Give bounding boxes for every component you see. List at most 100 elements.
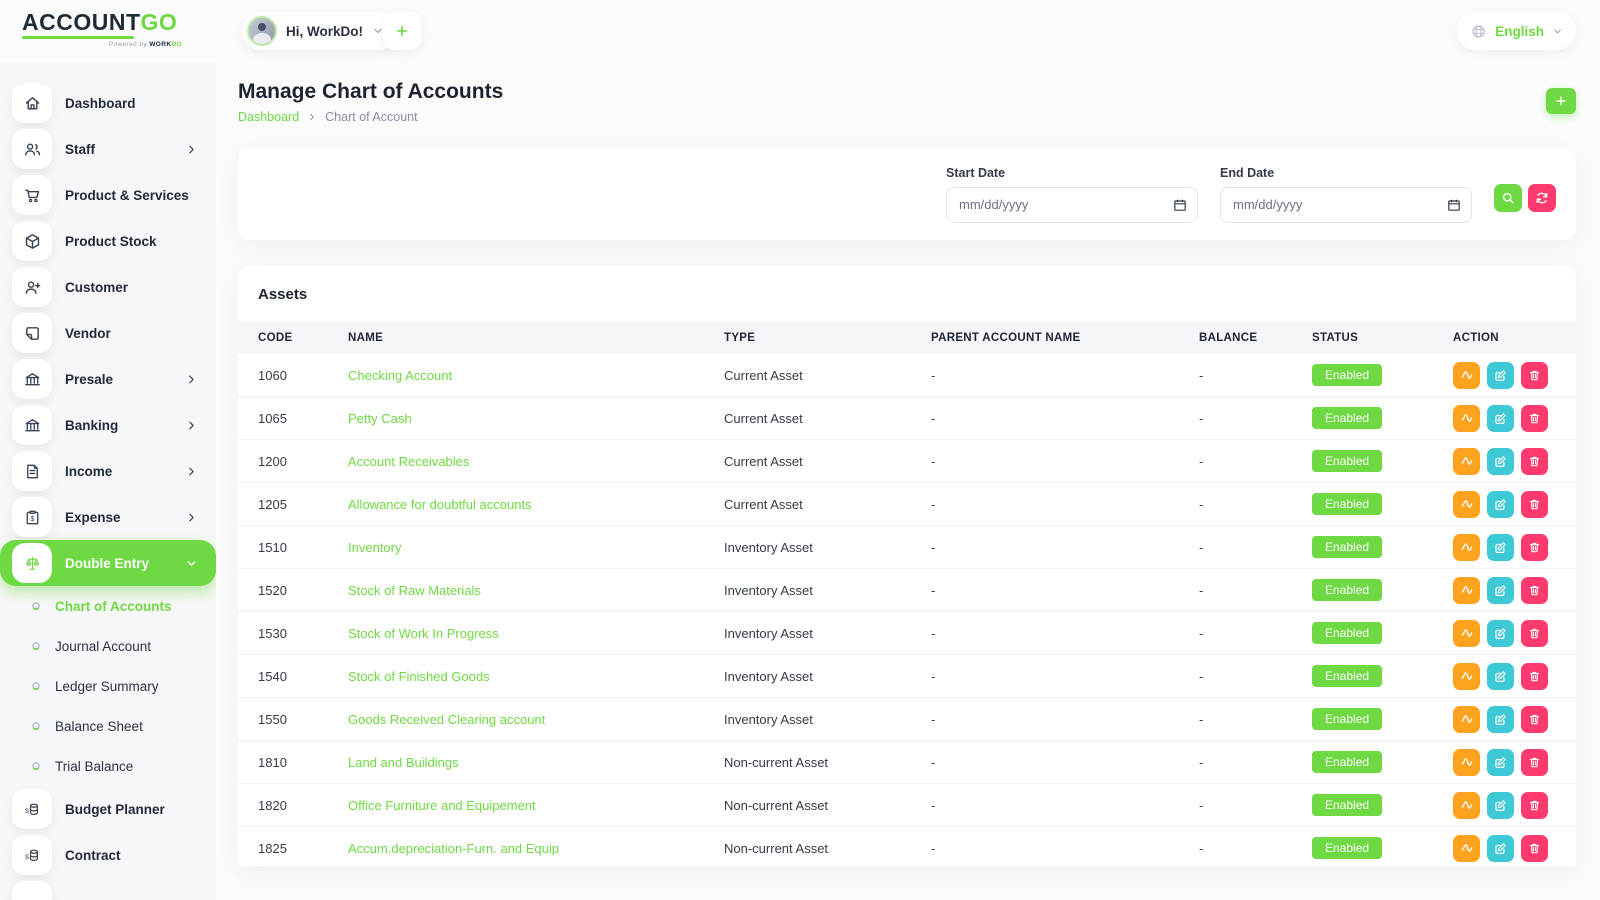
- edit-button[interactable]: [1487, 749, 1514, 776]
- transactions-button[interactable]: [1453, 362, 1480, 389]
- edit-button[interactable]: [1487, 620, 1514, 647]
- transactions-button[interactable]: [1453, 706, 1480, 733]
- transactions-button[interactable]: [1453, 491, 1480, 518]
- delete-button[interactable]: [1521, 706, 1548, 733]
- edit-button[interactable]: [1487, 663, 1514, 690]
- delete-button[interactable]: [1521, 405, 1548, 432]
- account-name-link[interactable]: Allowance for doubtful accounts: [348, 497, 532, 512]
- account-type: Inventory Asset: [724, 626, 931, 641]
- transactions-button[interactable]: [1453, 448, 1480, 475]
- parent-account: -: [931, 454, 1199, 469]
- delete-button[interactable]: [1521, 534, 1548, 561]
- globe-icon: [1470, 23, 1487, 40]
- sidebar-subitem-journal-account[interactable]: Journal Account: [0, 626, 216, 666]
- language-selector[interactable]: English: [1457, 12, 1576, 50]
- status-badge: Enabled: [1312, 794, 1382, 816]
- account-balance: -: [1199, 626, 1312, 641]
- account-name-link[interactable]: Accum.depreciation-Furn. and Equip: [348, 841, 559, 856]
- sidebar-item-double-entry[interactable]: Double Entry: [0, 540, 216, 586]
- sidebar-subitem-ledger-summary[interactable]: Ledger Summary: [0, 666, 216, 706]
- breadcrumb-current: Chart of Account: [325, 110, 417, 124]
- table-header: CODENAMETYPEPARENT ACCOUNT NAMEBALANCEST…: [238, 321, 1576, 354]
- account-code: 1530: [238, 626, 348, 641]
- edit-button[interactable]: [1487, 405, 1514, 432]
- bullet-icon: [32, 762, 40, 770]
- trash-icon: [1527, 540, 1542, 555]
- create-account-button[interactable]: [1546, 88, 1576, 114]
- status-badge: Enabled: [1312, 407, 1382, 429]
- breadcrumb-dashboard-link[interactable]: Dashboard: [238, 110, 299, 124]
- end-date-input[interactable]: [1220, 187, 1472, 223]
- sidebar-item-dashboard[interactable]: Dashboard: [0, 80, 216, 126]
- account-name-link[interactable]: Inventory: [348, 540, 401, 555]
- table-row: 1825 Accum.depreciation-Furn. and Equip …: [238, 827, 1576, 870]
- edit-button[interactable]: [1487, 835, 1514, 862]
- column-header-balance: BALANCE: [1199, 332, 1312, 344]
- edit-button[interactable]: [1487, 577, 1514, 604]
- account-name-link[interactable]: Petty Cash: [348, 411, 412, 426]
- transactions-button[interactable]: [1453, 577, 1480, 604]
- user-menu[interactable]: Hi, WorkDo!: [242, 12, 398, 50]
- sidebar-item-product-stock[interactable]: Product Stock: [0, 218, 216, 264]
- quick-add-button[interactable]: [383, 12, 421, 50]
- sidebar-subitem-chart-of-accounts[interactable]: Chart of Accounts: [0, 586, 216, 626]
- delete-button[interactable]: [1521, 749, 1548, 776]
- brand-logo[interactable]: ACCOUNTGO Powered by WORKDO: [22, 10, 202, 48]
- start-date-label: Start Date: [946, 166, 1198, 180]
- account-name-link[interactable]: Office Furniture and Equipement: [348, 798, 536, 813]
- account-name: Goods Received Clearing account: [348, 712, 724, 727]
- delete-button[interactable]: [1521, 620, 1548, 647]
- sidebar-item-vendor[interactable]: Vendor: [0, 310, 216, 356]
- account-name: Petty Cash: [348, 411, 724, 426]
- brand-name: ACCOUNTGO: [22, 10, 202, 34]
- delete-button[interactable]: [1521, 448, 1548, 475]
- account-name-link[interactable]: Goods Received Clearing account: [348, 712, 545, 727]
- delete-button[interactable]: [1521, 491, 1548, 518]
- table-row: 1060 Checking Account Current Asset - - …: [238, 354, 1576, 397]
- sidebar-item-product-services[interactable]: Product & Services: [0, 172, 216, 218]
- account-balance: -: [1199, 798, 1312, 813]
- account-name-link[interactable]: Checking Account: [348, 368, 452, 383]
- sidebar-item-staff[interactable]: Staff: [0, 126, 216, 172]
- sidebar-item-banking[interactable]: Banking: [0, 402, 216, 448]
- transactions-button[interactable]: [1453, 663, 1480, 690]
- transactions-button[interactable]: [1453, 835, 1480, 862]
- account-name-link[interactable]: Stock of Work In Progress: [348, 626, 499, 641]
- sidebar-item-expense[interactable]: Expense: [0, 494, 216, 540]
- start-date-input[interactable]: [946, 187, 1198, 223]
- reset-filter-button[interactable]: [1528, 184, 1556, 212]
- edit-button[interactable]: [1487, 534, 1514, 561]
- transactions-button[interactable]: [1453, 620, 1480, 647]
- sidebar-item-customer[interactable]: Customer: [0, 264, 216, 310]
- sidebar-item-budget-planner[interactable]: Budget Planner: [0, 786, 216, 832]
- delete-button[interactable]: [1521, 663, 1548, 690]
- account-name-link[interactable]: Land and Buildings: [348, 755, 459, 770]
- table-row: 1510 Inventory Inventory Asset - - Enabl…: [238, 526, 1576, 569]
- account-name-link[interactable]: Stock of Raw Materials: [348, 583, 481, 598]
- transactions-button[interactable]: [1453, 405, 1480, 432]
- apply-filter-button[interactable]: [1494, 184, 1522, 212]
- transactions-button[interactable]: [1453, 534, 1480, 561]
- edit-button[interactable]: [1487, 706, 1514, 733]
- transactions-button[interactable]: [1453, 749, 1480, 776]
- sidebar-item-contract[interactable]: Contract: [0, 832, 216, 878]
- sidebar-item-income[interactable]: Income: [0, 448, 216, 494]
- transactions-button[interactable]: [1453, 792, 1480, 819]
- account-name-link[interactable]: Stock of Finished Goods: [348, 669, 490, 684]
- account-code: 1065: [238, 411, 348, 426]
- edit-button[interactable]: [1487, 491, 1514, 518]
- edit-button[interactable]: [1487, 448, 1514, 475]
- delete-button[interactable]: [1521, 362, 1548, 389]
- chevron-right-icon: [185, 419, 198, 432]
- trash-icon: [1527, 841, 1542, 856]
- sidebar-subitem-trial-balance[interactable]: Trial Balance: [0, 746, 216, 786]
- delete-button[interactable]: [1521, 835, 1548, 862]
- account-name-link[interactable]: Account Receivables: [348, 454, 469, 469]
- sidebar-item-presale[interactable]: Presale: [0, 356, 216, 402]
- sidebar-subitem-balance-sheet[interactable]: Balance Sheet: [0, 706, 216, 746]
- edit-button[interactable]: [1487, 362, 1514, 389]
- delete-button[interactable]: [1521, 792, 1548, 819]
- sidebar-item-partial[interactable]: [0, 878, 216, 900]
- edit-button[interactable]: [1487, 792, 1514, 819]
- delete-button[interactable]: [1521, 577, 1548, 604]
